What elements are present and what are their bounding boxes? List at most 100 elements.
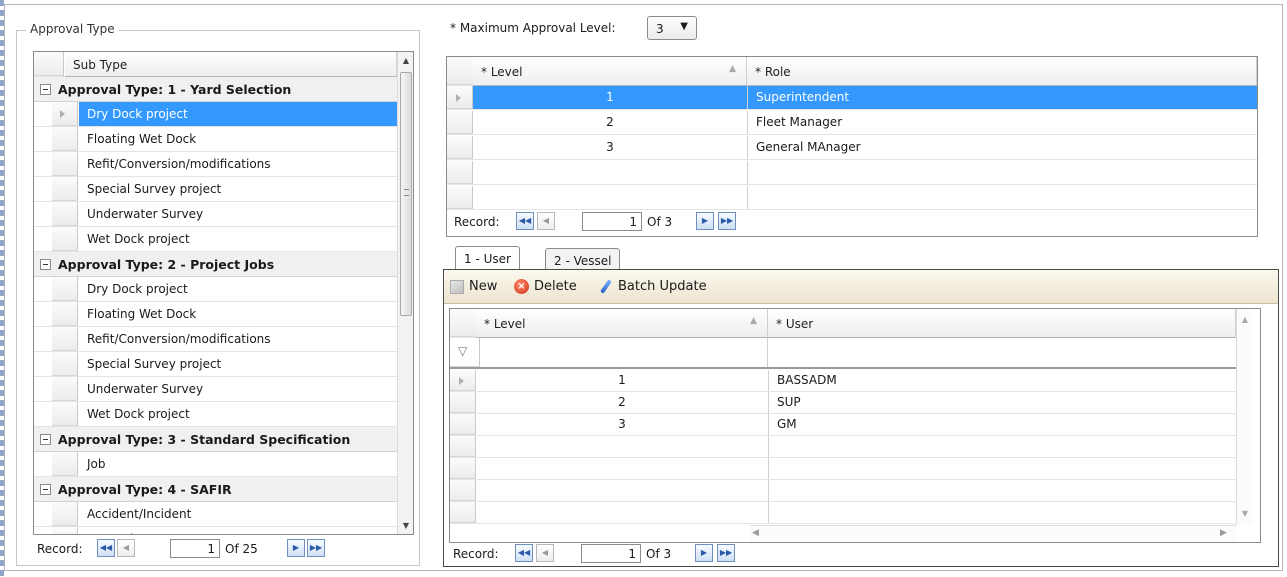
subtype-cell[interactable]: Underwater Survey	[79, 202, 397, 226]
filter-row[interactable]: ▽	[450, 338, 1236, 369]
max-approval-level-select[interactable]: 3 ▼	[647, 16, 697, 40]
subtype-row[interactable]: Underwater Survey	[34, 202, 397, 227]
prev-record-button[interactable]: ◀	[117, 539, 135, 557]
role-cell[interactable]: Fleet Manager	[747, 111, 1257, 134]
level-row[interactable]: 1 Superintendent	[447, 86, 1257, 110]
subtype-row[interactable]: Accident/Incident	[34, 502, 397, 527]
last-record-button[interactable]: ▶▶	[718, 212, 736, 230]
subtype-cell[interactable]: Floating Wet Dock	[79, 127, 397, 151]
approval-type-group-row[interactable]: Approval Type: 1 - Yard Selection	[34, 77, 397, 102]
subtype-cell[interactable]: Floating Wet Dock	[79, 302, 397, 326]
subtype-cell[interactable]: Refit/Conversion/modifications	[79, 327, 397, 351]
prev-record-button[interactable]: ◀	[536, 544, 554, 562]
users-grid[interactable]: * Level ▲ * User ▽ 1 BASSADM 2 SUP 3 GM ▲ ▼ ◀…	[449, 308, 1261, 543]
user-cell[interactable]: GM	[768, 414, 1236, 435]
approval-type-group-row[interactable]: Approval Type: 2 - Project Jobs	[34, 252, 397, 277]
subtype-cell[interactable]: Underwater Survey	[79, 377, 397, 401]
scroll-down-icon[interactable]: ▼	[398, 517, 413, 534]
new-button[interactable]: New	[450, 279, 497, 294]
approval-type-group-row[interactable]: Approval Type: 3 - Standard Specificatio…	[34, 427, 397, 452]
subtype-row[interactable]: Special Survey project	[34, 177, 397, 202]
user-row[interactable]	[450, 458, 1236, 480]
role-cell[interactable]: Superintendent	[747, 86, 1257, 109]
user-cell[interactable]: SUP	[768, 392, 1236, 413]
level-row[interactable]	[447, 161, 1257, 185]
levels-level-header[interactable]: * Level ▲	[473, 57, 747, 86]
collapse-icon[interactable]	[40, 484, 51, 495]
user-row[interactable]	[450, 480, 1236, 502]
level-cell[interactable]: 2	[476, 392, 768, 413]
subtype-cell[interactable]: Refit/Conversion/modifications	[79, 152, 397, 176]
last-record-button[interactable]: ▶▶	[307, 539, 325, 557]
subtype-row[interactable]: Floating Wet Dock	[34, 127, 397, 152]
last-record-button[interactable]: ▶▶	[717, 544, 735, 562]
user-cell[interactable]: BASSADM	[768, 370, 1236, 391]
subtype-row[interactable]: Job	[34, 452, 397, 477]
user-row[interactable]	[450, 436, 1236, 458]
users-user-header[interactable]: * User	[768, 309, 1236, 338]
subtype-cell[interactable]: Wet Dock project	[79, 227, 397, 251]
scroll-up-icon[interactable]: ▲	[398, 52, 413, 69]
level-row[interactable]: 3 General MAnager	[447, 136, 1257, 160]
levels-role-header[interactable]: * Role	[747, 57, 1257, 86]
subtype-cell[interactable]: Dry Dock project	[79, 102, 397, 126]
record-position-input[interactable]: 1	[582, 212, 642, 231]
subtype-cell[interactable]: Accident/Incident	[79, 502, 397, 526]
level-cell[interactable]: 3	[473, 136, 747, 159]
collapse-icon[interactable]	[40, 84, 51, 95]
subtype-grid[interactable]: Sub Type Approval Type: 1 - Yard Selecti…	[33, 51, 414, 535]
subtype-row[interactable]: Floating Wet Dock	[34, 302, 397, 327]
delete-button[interactable]: × Delete	[514, 279, 577, 294]
approval-type-group-row[interactable]: Approval Type: 4 - SAFIR	[34, 477, 397, 502]
level-row[interactable]: 2 Fleet Manager	[447, 111, 1257, 135]
scroll-left-icon[interactable]: ◀	[752, 528, 759, 538]
subtype-cell[interactable]: Wet Dock project	[79, 402, 397, 426]
users-horizontal-scrollbar[interactable]: ◀ ▶	[750, 525, 1236, 542]
subtype-row[interactable]: Dry Dock project	[34, 277, 397, 302]
subtype-cell[interactable]: Special Survey project	[79, 177, 397, 201]
user-row[interactable]: 2 SUP	[450, 392, 1236, 414]
prev-record-button[interactable]: ◀	[537, 212, 555, 230]
level-cell[interactable]: 1	[476, 370, 768, 391]
first-record-button[interactable]: ◀◀	[97, 539, 115, 557]
next-record-button[interactable]: ▶	[287, 539, 305, 557]
role-cell[interactable]: General MAnager	[747, 136, 1257, 159]
subtype-cell[interactable]: Special Survey project	[79, 352, 397, 376]
user-row[interactable]: 3 GM	[450, 414, 1236, 436]
tab-user[interactable]: 1 - User	[455, 246, 520, 270]
level-cell[interactable]: 3	[476, 414, 768, 435]
record-position-input[interactable]: 1	[170, 539, 220, 558]
level-filter-cell[interactable]	[476, 338, 768, 367]
subtype-row[interactable]: Wet Dock project	[34, 402, 397, 427]
user-filter-cell[interactable]	[768, 338, 1236, 367]
scroll-right-icon[interactable]: ▶	[1220, 528, 1227, 538]
tab-vessel[interactable]: 2 - Vessel	[545, 248, 621, 270]
user-row[interactable]: 1 BASSADM	[450, 370, 1236, 392]
next-record-button[interactable]: ▶	[695, 544, 713, 562]
subtype-row[interactable]: Near Miss	[34, 527, 397, 534]
users-level-header[interactable]: * Level ▲	[476, 309, 768, 338]
subtype-cell[interactable]: Job	[79, 452, 397, 476]
scroll-down-icon[interactable]: ▼	[1237, 505, 1253, 522]
scroll-thumb[interactable]	[400, 72, 412, 316]
collapse-icon[interactable]	[40, 259, 51, 270]
subtype-vertical-scrollbar[interactable]: ▲ ▼	[397, 52, 413, 534]
first-record-button[interactable]: ◀◀	[516, 212, 534, 230]
subtype-row[interactable]: Underwater Survey	[34, 377, 397, 402]
batch-update-button[interactable]: Batch Update	[599, 279, 707, 294]
next-record-button[interactable]: ▶	[696, 212, 714, 230]
subtype-row[interactable]: Refit/Conversion/modifications	[34, 152, 397, 177]
collapse-icon[interactable]	[40, 434, 51, 445]
subtype-row[interactable]: Wet Dock project	[34, 227, 397, 252]
subtype-row[interactable]: Dry Dock project	[34, 102, 397, 127]
scroll-up-icon[interactable]: ▲	[1237, 311, 1253, 328]
subtype-cell[interactable]: Near Miss	[79, 527, 397, 534]
subtype-column-header[interactable]: Sub Type	[65, 52, 397, 77]
level-row[interactable]	[447, 186, 1257, 210]
first-record-button[interactable]: ◀◀	[515, 544, 533, 562]
subtype-cell[interactable]: Dry Dock project	[79, 277, 397, 301]
level-cell[interactable]: 1	[473, 86, 747, 109]
subtype-row[interactable]: Special Survey project	[34, 352, 397, 377]
subtype-row[interactable]: Refit/Conversion/modifications	[34, 327, 397, 352]
user-row[interactable]	[450, 502, 1236, 524]
